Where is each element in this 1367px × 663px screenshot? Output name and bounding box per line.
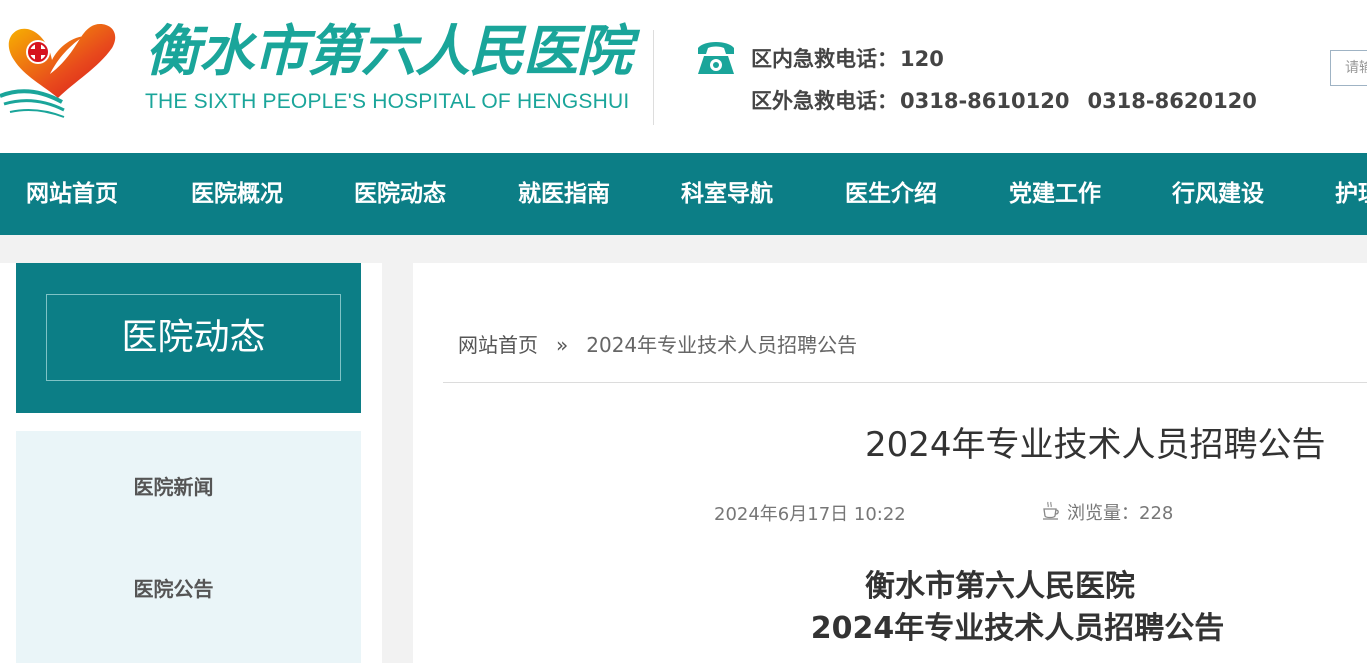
nav-spacer bbox=[0, 235, 1367, 263]
article-content: 网站首页 » 2024年专业技术人员招聘公告 2024年专业技术人员招聘公告 202… bbox=[413, 263, 1367, 663]
hospital-logo-icon[interactable] bbox=[0, 18, 122, 118]
breadcrumb-divider bbox=[443, 382, 1367, 383]
phone-icon bbox=[698, 42, 734, 74]
content-gutter bbox=[382, 263, 413, 663]
emergency-outer-number-1: 0318-8610120 bbox=[900, 89, 1070, 113]
nav-item-party[interactable]: 党建工作 bbox=[1009, 153, 1101, 235]
breadcrumb: 网站首页 » 2024年专业技术人员招聘公告 bbox=[458, 329, 857, 358]
views-cup-icon bbox=[1043, 501, 1059, 520]
header-divider bbox=[653, 30, 654, 125]
nav-item-conduct[interactable]: 行风建设 bbox=[1172, 153, 1264, 235]
views-label: 浏览量： bbox=[1067, 503, 1139, 524]
sidebar-item-hospital-notices[interactable]: 医院公告 bbox=[16, 573, 361, 602]
emergency-outer-label: 区外急救电话： bbox=[751, 89, 898, 113]
emergency-inner-phone: 区内急救电话：120 bbox=[751, 43, 944, 73]
nav-item-home[interactable]: 网站首页 bbox=[26, 153, 118, 235]
emergency-outer-phone: 区外急救电话：0318-8610120 0318-8620120 bbox=[751, 85, 1257, 115]
article-headline-line1: 衡水市第六人民医院 bbox=[865, 569, 1135, 604]
nav-item-doctors[interactable]: 医生介绍 bbox=[845, 153, 937, 235]
hospital-name-cn[interactable]: 衡水市第六人民医院 bbox=[145, 16, 632, 86]
breadcrumb-separator-icon: » bbox=[556, 333, 569, 357]
nav-item-news[interactable]: 医院动态 bbox=[354, 153, 446, 235]
article-views: 浏览量：228 bbox=[1067, 499, 1173, 525]
site-header: 衡水市第六人民医院 THE SIXTH PEOPLE'S HOSPITAL OF… bbox=[0, 0, 1367, 153]
nav-item-guide[interactable]: 就医指南 bbox=[518, 153, 610, 235]
breadcrumb-home[interactable]: 网站首页 bbox=[458, 333, 538, 357]
main-nav: 网站首页 医院概况 医院动态 就医指南 科室导航 医生介绍 党建工作 行风建设 … bbox=[0, 153, 1367, 235]
nav-item-departments[interactable]: 科室导航 bbox=[681, 153, 773, 235]
article-date: 2024年6月17日 10:22 bbox=[714, 504, 906, 525]
sidebar-list: 医院新闻 医院公告 bbox=[16, 431, 361, 663]
nav-item-overview[interactable]: 医院概况 bbox=[191, 153, 283, 235]
breadcrumb-current[interactable]: 2024年专业技术人员招聘公告 bbox=[586, 333, 857, 357]
article-headline-line2: 2024年专业技术人员招聘公告 bbox=[810, 611, 1225, 646]
nav-item-nursing[interactable]: 护理 bbox=[1335, 153, 1367, 235]
sidebar-title-box: 医院动态 bbox=[16, 263, 361, 413]
emergency-inner-label: 区内急救电话： bbox=[751, 47, 898, 71]
sidebar-title: 医院动态 bbox=[46, 294, 341, 381]
views-count: 228 bbox=[1139, 503, 1174, 524]
search-input[interactable] bbox=[1330, 50, 1367, 86]
hospital-name-en[interactable]: THE SIXTH PEOPLE'S HOSPITAL OF HENGSHUI bbox=[145, 90, 629, 114]
sidebar-item-hospital-news[interactable]: 医院新闻 bbox=[16, 471, 361, 500]
emergency-outer-number-2: 0318-8620120 bbox=[1087, 89, 1257, 113]
emergency-inner-number: 120 bbox=[900, 47, 944, 71]
article-title: 2024年专业技术人员招聘公告 bbox=[865, 425, 1326, 465]
